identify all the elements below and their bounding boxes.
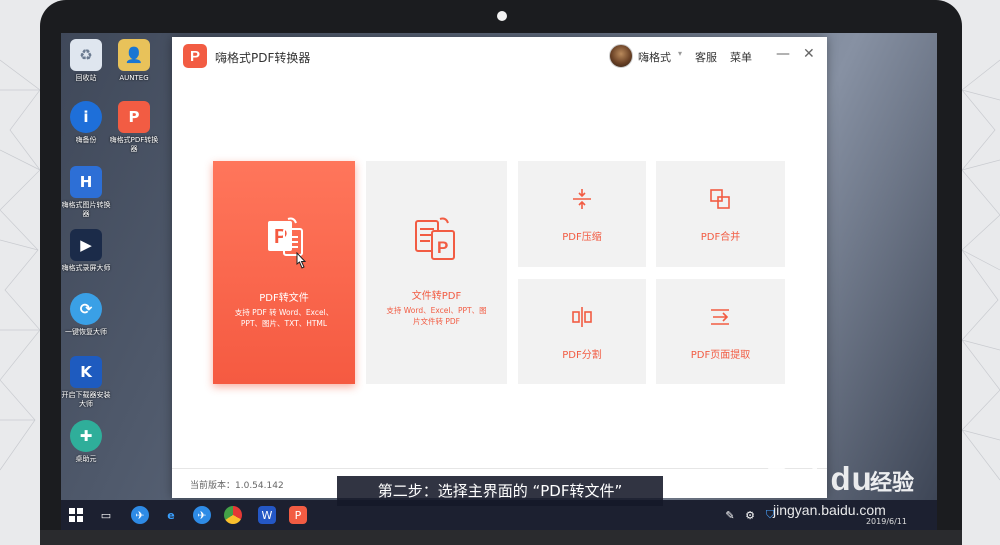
desktop-icon-label: 嗨格式PDF转换器: [109, 136, 159, 153]
tile-compress[interactable]: PDF压缩: [518, 161, 646, 267]
tile-label: PDF页面提取: [690, 350, 751, 361]
laptop-bottom-edge: [40, 530, 962, 545]
svg-text:P: P: [437, 238, 448, 257]
tile-description: 支持 Word、Excel、PPT、图片文件转 PDF: [386, 306, 487, 326]
backup-app-icon: i: [70, 101, 102, 133]
taskbar-app-2-icon[interactable]: ✈: [193, 506, 211, 524]
desktop-icon-aunteg[interactable]: 👤 AUNTEG: [109, 39, 159, 83]
avatar[interactable]: [609, 44, 633, 68]
tile-file-to-pdf[interactable]: P 文件转PDF 支持 Word、Excel、PPT、图片文件转 PDF: [366, 161, 507, 384]
app-logo-icon: P: [183, 44, 207, 68]
tile-label: 文件转PDF: [411, 291, 462, 302]
pdf-converter-window: P 嗨格式PDF转换器 嗨格式 ▾ 客服 菜单 — ✕ P PDF转文件 支持 …: [172, 37, 827, 498]
recycle-bin-icon: ♻: [70, 39, 102, 71]
taskbar-app-1-icon[interactable]: ✈: [131, 506, 149, 524]
desktop-icon-backup[interactable]: i 嗨备份: [61, 101, 111, 145]
desktop-icon-label: 一键恢复大师: [65, 328, 107, 336]
title-bar: P 嗨格式PDF转换器 嗨格式 ▾ 客服 菜单 — ✕: [172, 37, 827, 75]
notification-icon[interactable]: ✎: [721, 506, 739, 524]
close-button[interactable]: ✕: [803, 46, 815, 62]
desktop-icon-installer[interactable]: K 开启下载器安装大师: [61, 356, 111, 409]
taskbar-pdf-converter-icon[interactable]: P: [289, 506, 307, 524]
compress-icon: [573, 189, 591, 209]
desktop-icon-screen-recorder[interactable]: ▶ 嗨格式录屏大师: [61, 229, 111, 273]
minimize-button[interactable]: —: [776, 46, 790, 62]
user-folder-icon: 👤: [118, 39, 150, 71]
task-view-icon[interactable]: ▭: [97, 506, 115, 524]
tutorial-caption: 第二步：选择主界面的 “PDF转文件”: [337, 476, 663, 506]
desktop-icon-recycle-bin[interactable]: ♻ 回收站: [61, 39, 111, 83]
desktop-icon-label: 嗨备份: [75, 136, 97, 144]
tray-settings-icon[interactable]: ⚙: [741, 506, 759, 524]
service-link[interactable]: 客服: [695, 49, 717, 65]
desktop-icon-label: 开启下载器安装大师: [61, 391, 111, 408]
desktop-icon-pdf-converter[interactable]: P 嗨格式PDF转换器: [109, 101, 159, 154]
footer-divider: [172, 468, 827, 469]
tile-label: PDF合并: [700, 232, 741, 243]
watermark-cn: 经验: [870, 471, 915, 496]
tile-description: 支持 PDF 转 Word、Excel、PPT、图片、TXT、HTML: [234, 308, 334, 328]
webcam: [497, 11, 507, 21]
desktop-icon-label: 嗨格式录屏大师: [61, 264, 111, 272]
chrome-browser-icon[interactable]: [224, 506, 242, 524]
watermark-brand: Bai du: [766, 460, 873, 497]
file-to-pdf-icon: P: [415, 217, 455, 260]
chevron-down-icon[interactable]: ▾: [678, 49, 682, 58]
tile-label: PDF压缩: [562, 232, 602, 243]
installer-app-icon: K: [70, 356, 102, 388]
split-icon: [572, 307, 592, 327]
version-label: 当前版本：1.0.54.142: [190, 481, 284, 491]
image-converter-app-icon: H: [70, 166, 102, 198]
desktop-icon-label: AUNTEG: [119, 74, 149, 82]
tile-pdf-to-file[interactable]: P PDF转文件 支持 PDF 转 Word、Excel、PPT、图片、TXT、…: [213, 161, 355, 384]
desktop-icon-label: 桌助元: [75, 455, 97, 463]
tile-page-extract[interactable]: PDF页面提取: [656, 279, 785, 384]
desktop-screen: ♻ 回收站 👤 AUNTEG i 嗨备份 P 嗨格式PDF转换器 H 嗨格式图片…: [61, 33, 937, 530]
pdf-converter-app-icon: P: [118, 101, 150, 133]
tile-label: PDF分割: [562, 350, 602, 361]
extract-icon: [711, 309, 729, 325]
desktop-icon-image-converter[interactable]: H 嗨格式图片转换器: [61, 166, 111, 219]
desktop-icon-assistant[interactable]: ✚ 桌助元: [61, 420, 111, 464]
taskbar-app-3-icon[interactable]: W: [258, 506, 276, 524]
desktop-icon-label: 回收站: [75, 74, 97, 82]
start-windows-icon[interactable]: [67, 506, 85, 524]
edge-browser-icon[interactable]: e: [162, 506, 180, 524]
screen-recorder-app-icon: ▶: [70, 229, 102, 261]
tile-label: PDF转文件: [259, 293, 309, 304]
desktop-icon-label: 嗨格式图片转换器: [61, 201, 111, 218]
merge-icon: [710, 189, 730, 209]
assistant-app-icon: ✚: [70, 420, 102, 452]
tile-merge[interactable]: PDF合并: [656, 161, 785, 267]
desktop-icon-recovery[interactable]: ⟳ 一键恢复大师: [61, 293, 111, 337]
mouse-cursor-icon: [296, 252, 307, 269]
username[interactable]: 嗨格式: [638, 49, 671, 65]
recovery-app-icon: ⟳: [70, 293, 102, 325]
menu-link[interactable]: 菜单: [730, 49, 752, 65]
watermark-url: jingyan.baidu.com: [773, 502, 886, 518]
app-title: 嗨格式PDF转换器: [215, 51, 311, 65]
tile-split[interactable]: PDF分割: [518, 279, 646, 384]
